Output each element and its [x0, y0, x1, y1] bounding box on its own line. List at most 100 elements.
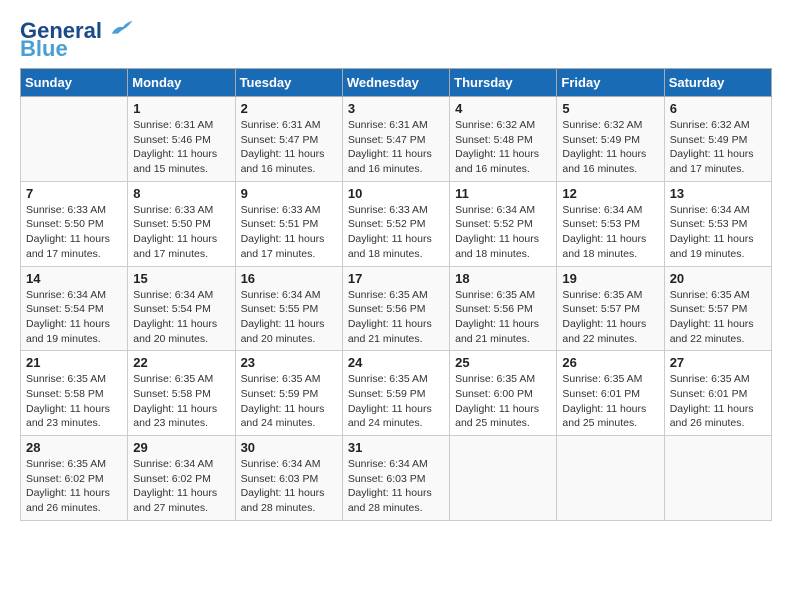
day-info: Sunrise: 6:34 AM Sunset: 6:03 PM Dayligh… [348, 457, 444, 516]
day-info: Sunrise: 6:34 AM Sunset: 5:53 PM Dayligh… [670, 203, 766, 262]
calendar-cell: 24Sunrise: 6:35 AM Sunset: 5:59 PM Dayli… [342, 351, 449, 436]
day-info: Sunrise: 6:33 AM Sunset: 5:51 PM Dayligh… [241, 203, 337, 262]
calendar-cell [557, 436, 664, 521]
logo: General Blue [20, 20, 134, 60]
day-number: 7 [26, 186, 122, 201]
calendar-week-row: 28Sunrise: 6:35 AM Sunset: 6:02 PM Dayli… [21, 436, 772, 521]
day-info: Sunrise: 6:32 AM Sunset: 5:48 PM Dayligh… [455, 118, 551, 177]
day-number: 6 [670, 101, 766, 116]
day-info: Sunrise: 6:34 AM Sunset: 6:03 PM Dayligh… [241, 457, 337, 516]
calendar-cell: 29 Sunrise: 6:34 AM Sunset: 6:02 PM Dayli… [128, 436, 235, 521]
calendar-cell [664, 436, 771, 521]
calendar-cell [450, 436, 557, 521]
calendar-cell: 31 Sunrise: 6:34 AM Sunset: 6:03 PM Dayli… [342, 436, 449, 521]
logo-bird-icon [110, 18, 134, 38]
day-info: Sunrise: 6:35 AM Sunset: 5:56 PM Dayligh… [348, 288, 444, 347]
calendar-cell: 1 Sunrise: 6:31 AM Sunset: 5:46 PM Daylig… [128, 97, 235, 182]
calendar-week-row: 14 Sunrise: 6:34 AM Sunset: 5:54 PM Dayli… [21, 266, 772, 351]
day-info: Sunrise: 6:35 AM Sunset: 6:02 PM Dayligh… [26, 457, 122, 516]
day-info: Sunrise: 6:35 AM Sunset: 6:00 PM Dayligh… [455, 372, 551, 431]
weekday-header-row: SundayMondayTuesdayWednesdayThursdayFrid… [21, 69, 772, 97]
day-number: 5 [562, 101, 658, 116]
day-info: Sunrise: 6:35 AM Sunset: 5:57 PM Dayligh… [670, 288, 766, 347]
calendar-cell: 5 Sunrise: 6:32 AM Sunset: 5:49 PM Daylig… [557, 97, 664, 182]
weekday-header-wednesday: Wednesday [342, 69, 449, 97]
day-info: Sunrise: 6:34 AM Sunset: 5:54 PM Dayligh… [133, 288, 229, 347]
day-info: Sunrise: 6:35 AM Sunset: 5:57 PM Dayligh… [562, 288, 658, 347]
day-info: Sunrise: 6:34 AM Sunset: 5:52 PM Dayligh… [455, 203, 551, 262]
day-number: 4 [455, 101, 551, 116]
calendar-cell: 15Sunrise: 6:34 AM Sunset: 5:54 PM Dayli… [128, 266, 235, 351]
calendar-cell: 10 Sunrise: 6:33 AM Sunset: 5:52 PM Dayli… [342, 181, 449, 266]
calendar-week-row: 1 Sunrise: 6:31 AM Sunset: 5:46 PM Daylig… [21, 97, 772, 182]
day-info: Sunrise: 6:32 AM Sunset: 5:49 PM Dayligh… [562, 118, 658, 177]
day-info: Sunrise: 6:34 AM Sunset: 6:02 PM Dayligh… [133, 457, 229, 516]
calendar-cell: 14 Sunrise: 6:34 AM Sunset: 5:54 PM Dayli… [21, 266, 128, 351]
day-number: 17 [348, 271, 444, 286]
weekday-header-thursday: Thursday [450, 69, 557, 97]
day-number: 8 [133, 186, 229, 201]
day-number: 29 [133, 440, 229, 455]
calendar-cell: 20 Sunrise: 6:35 AM Sunset: 5:57 PM Dayli… [664, 266, 771, 351]
calendar-week-row: 21 Sunrise: 6:35 AM Sunset: 5:58 PM Dayli… [21, 351, 772, 436]
day-info: Sunrise: 6:33 AM Sunset: 5:50 PM Dayligh… [26, 203, 122, 262]
day-number: 14 [26, 271, 122, 286]
day-number: 12 [562, 186, 658, 201]
day-info: Sunrise: 6:35 AM Sunset: 6:01 PM Dayligh… [670, 372, 766, 431]
page-header: General Blue [20, 20, 772, 60]
calendar-cell: 8 Sunrise: 6:33 AM Sunset: 5:50 PM Daylig… [128, 181, 235, 266]
calendar-cell: 4 Sunrise: 6:32 AM Sunset: 5:48 PM Daylig… [450, 97, 557, 182]
calendar-cell: 17 Sunrise: 6:35 AM Sunset: 5:56 PM Dayli… [342, 266, 449, 351]
calendar-cell: 27Sunrise: 6:35 AM Sunset: 6:01 PM Dayli… [664, 351, 771, 436]
day-info: Sunrise: 6:34 AM Sunset: 5:55 PM Dayligh… [241, 288, 337, 347]
calendar-cell: 9 Sunrise: 6:33 AM Sunset: 5:51 PM Daylig… [235, 181, 342, 266]
day-number: 21 [26, 355, 122, 370]
calendar-cell: 25 Sunrise: 6:35 AM Sunset: 6:00 PM Dayli… [450, 351, 557, 436]
day-info: Sunrise: 6:34 AM Sunset: 5:54 PM Dayligh… [26, 288, 122, 347]
day-info: Sunrise: 6:35 AM Sunset: 5:59 PM Dayligh… [348, 372, 444, 431]
day-info: Sunrise: 6:35 AM Sunset: 5:58 PM Dayligh… [26, 372, 122, 431]
day-info: Sunrise: 6:35 AM Sunset: 5:56 PM Dayligh… [455, 288, 551, 347]
calendar-cell: 12 Sunrise: 6:34 AM Sunset: 5:53 PM Dayli… [557, 181, 664, 266]
day-number: 30 [241, 440, 337, 455]
day-number: 31 [348, 440, 444, 455]
day-info: Sunrise: 6:31 AM Sunset: 5:47 PM Dayligh… [348, 118, 444, 177]
day-info: Sunrise: 6:35 AM Sunset: 6:01 PM Dayligh… [562, 372, 658, 431]
calendar-cell: 28Sunrise: 6:35 AM Sunset: 6:02 PM Dayli… [21, 436, 128, 521]
calendar-cell: 3 Sunrise: 6:31 AM Sunset: 5:47 PM Daylig… [342, 97, 449, 182]
day-info: Sunrise: 6:33 AM Sunset: 5:52 PM Dayligh… [348, 203, 444, 262]
weekday-header-friday: Friday [557, 69, 664, 97]
day-info: Sunrise: 6:33 AM Sunset: 5:50 PM Dayligh… [133, 203, 229, 262]
day-number: 22 [133, 355, 229, 370]
weekday-header-monday: Monday [128, 69, 235, 97]
day-number: 3 [348, 101, 444, 116]
day-number: 9 [241, 186, 337, 201]
day-number: 23 [241, 355, 337, 370]
day-info: Sunrise: 6:35 AM Sunset: 5:58 PM Dayligh… [133, 372, 229, 431]
day-number: 1 [133, 101, 229, 116]
day-number: 25 [455, 355, 551, 370]
day-info: Sunrise: 6:31 AM Sunset: 5:47 PM Dayligh… [241, 118, 337, 177]
calendar-cell: 7 Sunrise: 6:33 AM Sunset: 5:50 PM Daylig… [21, 181, 128, 266]
calendar-table: SundayMondayTuesdayWednesdayThursdayFrid… [20, 68, 772, 521]
calendar-cell: 13 Sunrise: 6:34 AM Sunset: 5:53 PM Dayli… [664, 181, 771, 266]
day-number: 10 [348, 186, 444, 201]
calendar-week-row: 7 Sunrise: 6:33 AM Sunset: 5:50 PM Daylig… [21, 181, 772, 266]
day-info: Sunrise: 6:34 AM Sunset: 5:53 PM Dayligh… [562, 203, 658, 262]
day-number: 20 [670, 271, 766, 286]
calendar-cell: 19Sunrise: 6:35 AM Sunset: 5:57 PM Dayli… [557, 266, 664, 351]
calendar-cell: 30 Sunrise: 6:34 AM Sunset: 6:03 PM Dayli… [235, 436, 342, 521]
day-info: Sunrise: 6:31 AM Sunset: 5:46 PM Dayligh… [133, 118, 229, 177]
day-info: Sunrise: 6:32 AM Sunset: 5:49 PM Dayligh… [670, 118, 766, 177]
calendar-cell: 26 Sunrise: 6:35 AM Sunset: 6:01 PM Dayli… [557, 351, 664, 436]
day-number: 16 [241, 271, 337, 286]
day-number: 26 [562, 355, 658, 370]
weekday-header-sunday: Sunday [21, 69, 128, 97]
weekday-header-tuesday: Tuesday [235, 69, 342, 97]
weekday-header-saturday: Saturday [664, 69, 771, 97]
day-number: 13 [670, 186, 766, 201]
calendar-cell: 11Sunrise: 6:34 AM Sunset: 5:52 PM Dayli… [450, 181, 557, 266]
calendar-cell: 16 Sunrise: 6:34 AM Sunset: 5:55 PM Dayli… [235, 266, 342, 351]
calendar-cell: 6 Sunrise: 6:32 AM Sunset: 5:49 PM Daylig… [664, 97, 771, 182]
calendar-cell: 21 Sunrise: 6:35 AM Sunset: 5:58 PM Dayli… [21, 351, 128, 436]
